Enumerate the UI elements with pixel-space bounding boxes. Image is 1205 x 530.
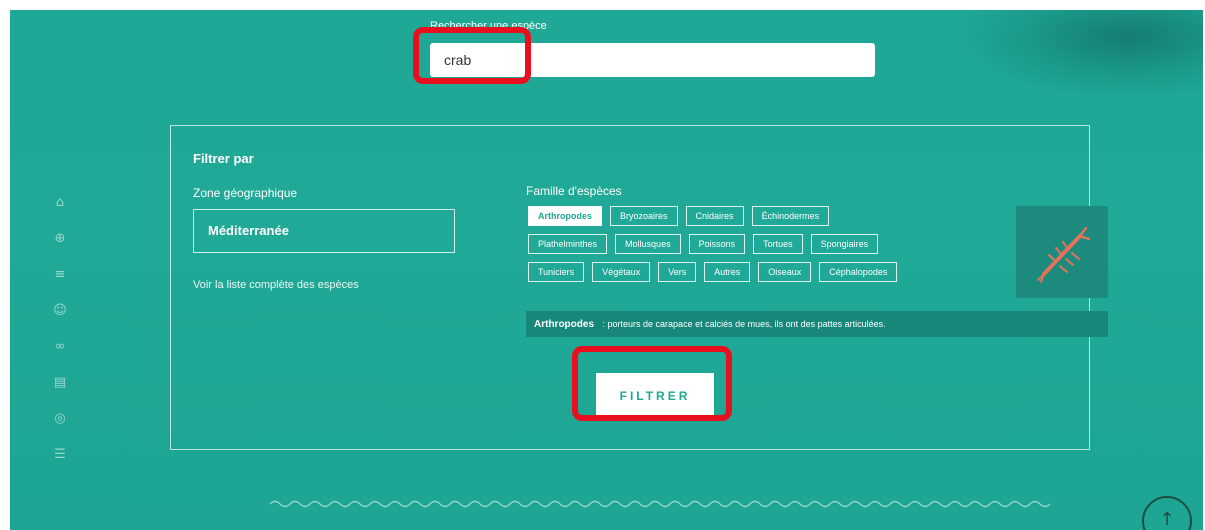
filter-button-highlight	[572, 346, 732, 421]
chip-row: Tuniciers Végétaux Vers Autres Oiseaux C…	[528, 262, 998, 282]
chip-poissons[interactable]: Poissons	[688, 234, 746, 254]
home-icon[interactable]: ⌂	[52, 195, 68, 211]
description-text: : porteurs de carapace et calciés de mue…	[602, 319, 886, 329]
chip-mollusques[interactable]: Mollusques	[615, 234, 681, 254]
sidebar-nav: ⌂ ⊕ ≡ ☺ ∞ ▤ ◎ ☰	[52, 195, 76, 483]
wave-divider	[270, 500, 1050, 508]
menu-icon[interactable]: ☰	[52, 447, 68, 463]
chip-tortues[interactable]: Tortues	[753, 234, 803, 254]
description-family-name: Arthropodes	[534, 319, 594, 330]
chip-cephalopodes[interactable]: Céphalopodes	[819, 262, 898, 282]
user-icon[interactable]: ☺	[52, 303, 68, 319]
chip-plathelminthes[interactable]: Plathelminthes	[528, 234, 608, 254]
chip-vegetaux[interactable]: Végétaux	[592, 262, 651, 282]
chip-cnidaires[interactable]: Cnidaires	[685, 206, 744, 226]
app-canvas: ⌂ ⊕ ≡ ☺ ∞ ▤ ◎ ☰ Rechercher une espèce Fi…	[10, 10, 1203, 530]
family-description: Arthropodes : porteurs de carapace et ca…	[526, 311, 1108, 337]
chip-vers[interactable]: Vers	[658, 262, 697, 282]
arrow-up-icon: ↑	[1159, 509, 1175, 530]
species-list-link[interactable]: Voir la liste complète des espèces	[193, 279, 359, 291]
chip-row: Arthropodes Bryozoaires Cnidaires Échino…	[528, 206, 998, 226]
location-icon[interactable]: ◎	[52, 411, 68, 427]
map-icon[interactable]: ▤	[52, 375, 68, 391]
list-icon[interactable]: ≡	[52, 267, 68, 283]
chip-arthropodes[interactable]: Arthropodes	[528, 206, 602, 226]
family-chip-grid: Arthropodes Bryozoaires Cnidaires Échino…	[528, 206, 998, 290]
family-label: Famille d'espèces	[526, 184, 622, 198]
chip-spongiaires[interactable]: Spongiaires	[810, 234, 879, 254]
search-highlight	[413, 27, 531, 84]
chip-echinodermes[interactable]: Échinodermes	[751, 206, 830, 226]
binoculars-icon[interactable]: ∞	[52, 339, 68, 355]
chip-row: Plathelminthes Mollusques Poissons Tortu…	[528, 234, 998, 254]
compass-icon[interactable]: ⊕	[52, 231, 68, 247]
chip-tuniciers[interactable]: Tuniciers	[528, 262, 585, 282]
chip-bryozoaires[interactable]: Bryozoaires	[610, 206, 678, 226]
filter-title: Filtrer par	[193, 151, 254, 166]
scroll-up-button[interactable]: ↑	[1142, 496, 1192, 530]
chip-oiseaux[interactable]: Oiseaux	[758, 262, 812, 282]
zone-label: Zone géographique	[193, 186, 298, 200]
decorative-background	[953, 10, 1203, 100]
species-thumbnail	[1016, 206, 1108, 298]
crustacean-icon	[1037, 226, 1091, 283]
chip-autres[interactable]: Autres	[704, 262, 751, 282]
zone-select[interactable]: Méditerranée	[193, 209, 455, 253]
